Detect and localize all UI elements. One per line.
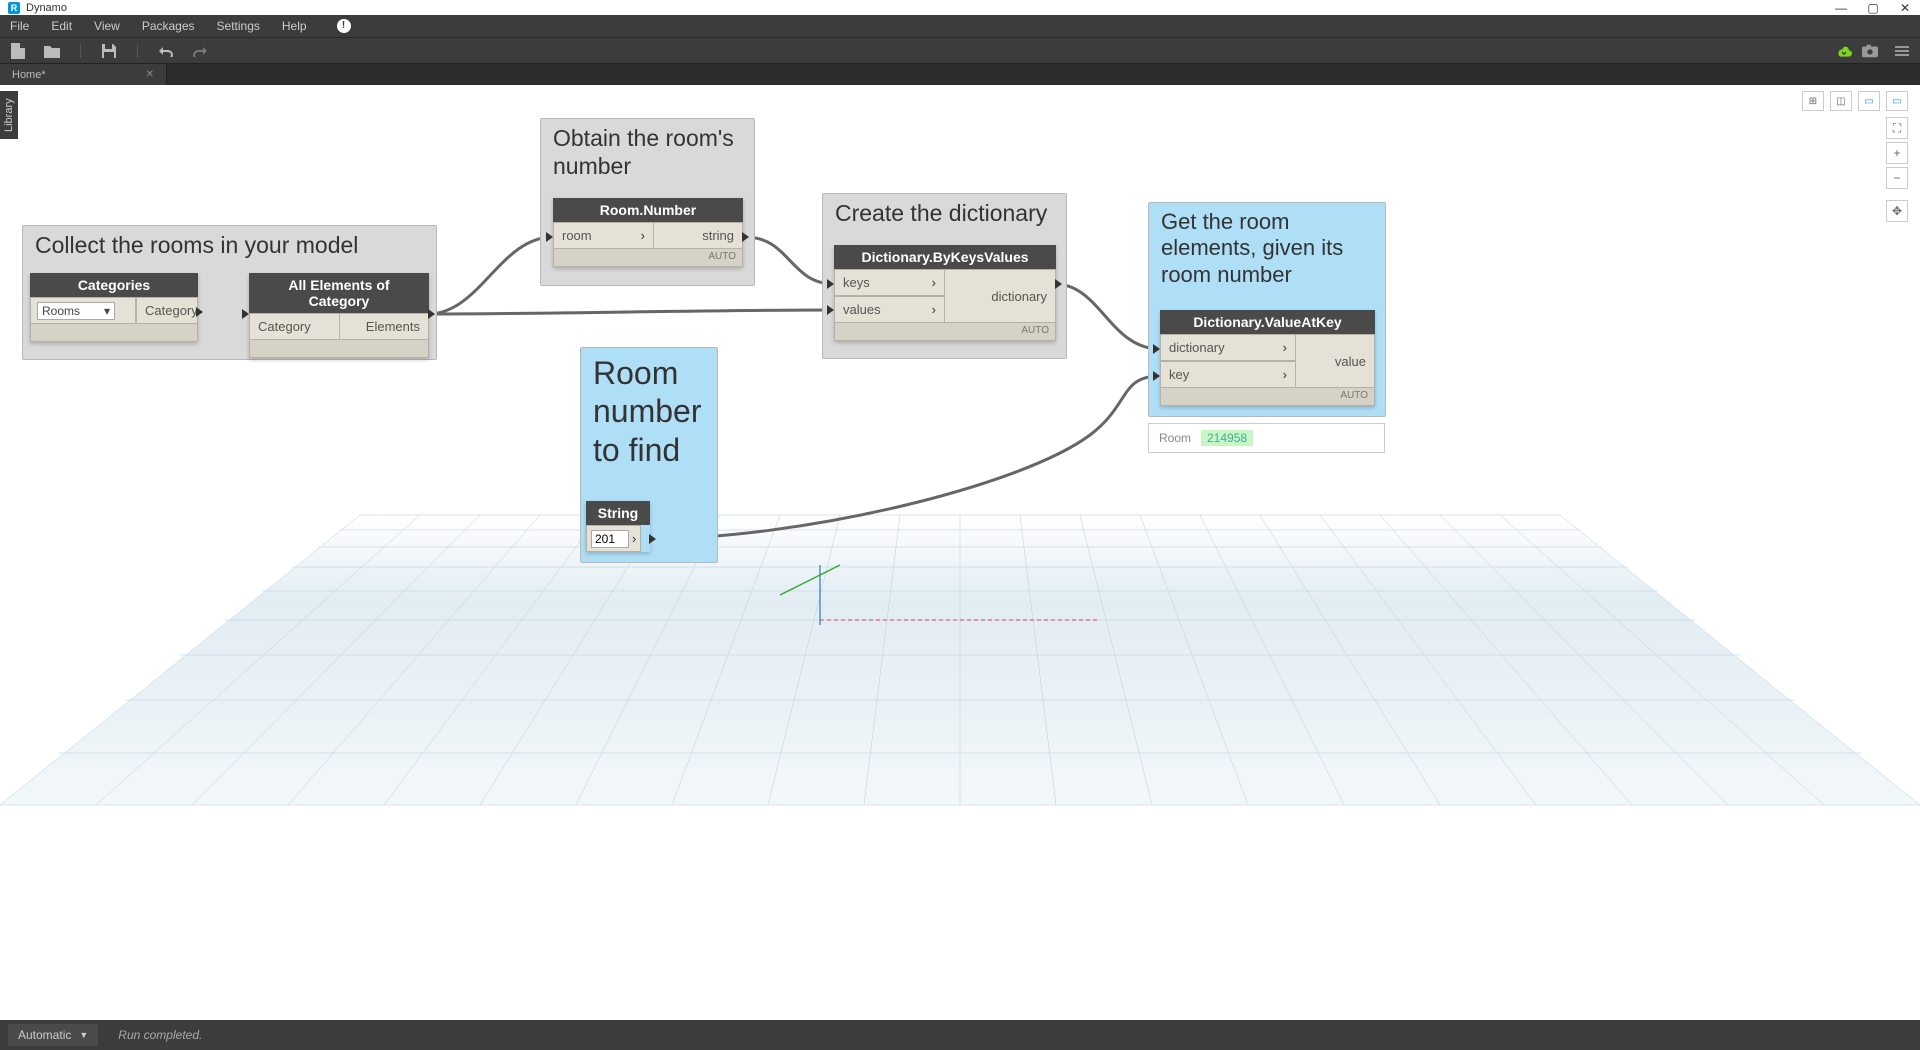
node-all-elements-of-category[interactable]: All Elements of Category Category Elemen… — [249, 273, 429, 358]
string-input[interactable] — [591, 530, 629, 548]
port-out-label: Category — [145, 303, 198, 318]
grid-floor — [0, 505, 1920, 865]
preview-value: 214958 — [1201, 430, 1253, 446]
port-out-label: value — [1335, 354, 1366, 369]
tabbar: Home* ✕ — [0, 63, 1920, 85]
menubar: File Edit View Packages Settings Help ! — [0, 15, 1920, 37]
undo-icon[interactable] — [158, 43, 174, 59]
camera-icon[interactable] — [1862, 43, 1878, 59]
view-tools: ⊞ ◫ ▭ ▭ — [1802, 91, 1908, 111]
zoom-in-icon[interactable]: + — [1886, 142, 1908, 164]
node-footer: AUTO — [553, 249, 743, 267]
port-out-label: string — [702, 228, 734, 243]
node-footer: AUTO — [1160, 388, 1375, 406]
port-in-keys: keys — [843, 275, 870, 290]
zoom-out-icon[interactable]: − — [1886, 167, 1908, 189]
tab-label: Home* — [12, 69, 46, 81]
chevron-down-icon: ▼ — [79, 1030, 88, 1040]
group-title: Room number to find — [593, 354, 705, 469]
port-in-dictionary: dictionary — [1169, 340, 1225, 355]
run-mode-label: Automatic — [18, 1028, 71, 1042]
node-dictionary-bykeysvalues[interactable]: Dictionary.ByKeysValues keys › values › … — [834, 245, 1056, 341]
minimize-button[interactable]: — — [1834, 1, 1848, 15]
node-dictionary-valueatkey[interactable]: Dictionary.ValueAtKey dictionary › key ›… — [1160, 310, 1375, 406]
node-header: Room.Number — [553, 198, 743, 222]
graph-view-icon[interactable]: ▭ — [1858, 91, 1880, 111]
pan-icon[interactable]: ✥ — [1886, 200, 1908, 222]
cloud-download-icon[interactable] — [1836, 43, 1852, 59]
menu-packages[interactable]: Packages — [142, 19, 195, 33]
lacing-icon[interactable]: › — [1283, 367, 1287, 382]
group-title: Get the room elements, given its room nu… — [1161, 209, 1373, 288]
group-title: Obtain the room's number — [553, 125, 742, 180]
port-out-label: dictionary — [991, 289, 1047, 304]
library-panel-tab[interactable]: Library — [0, 91, 18, 139]
menu-view[interactable]: View — [94, 19, 120, 33]
port-in-label: Category — [258, 319, 311, 334]
app-title: Dynamo — [26, 2, 67, 14]
open-file-icon[interactable] — [44, 43, 60, 59]
node-header: All Elements of Category — [249, 273, 429, 313]
3d-view-icon[interactable]: ▭ — [1886, 91, 1908, 111]
hamburger-icon[interactable] — [1894, 43, 1910, 59]
info-icon[interactable]: ! — [337, 19, 351, 33]
titlebar: R Dynamo — ▢ ✕ — [0, 0, 1920, 15]
node-header: String — [586, 501, 650, 525]
close-button[interactable]: ✕ — [1898, 1, 1912, 15]
node-header: Dictionary.ValueAtKey — [1160, 310, 1375, 334]
group-title: Collect the rooms in your model — [35, 232, 424, 260]
close-tab-icon[interactable]: ✕ — [146, 69, 154, 80]
node-header: Categories — [30, 273, 198, 297]
maximize-button[interactable]: ▢ — [1866, 1, 1880, 15]
categories-dropdown[interactable]: Rooms ▾ — [37, 302, 115, 320]
save-icon[interactable] — [101, 43, 117, 59]
node-categories[interactable]: Categories Rooms ▾ Category — [30, 273, 198, 342]
menu-settings[interactable]: Settings — [217, 19, 260, 33]
new-file-icon[interactable] — [10, 43, 26, 59]
toolbar — [0, 37, 1920, 63]
dropdown-value: Rooms — [42, 304, 80, 318]
geometry-view-icon[interactable]: ◫ — [1830, 91, 1852, 111]
zoom-tools: ⛶ + − ✥ — [1886, 117, 1908, 225]
node-footer: AUTO — [834, 323, 1056, 341]
node-header: Dictionary.ByKeysValues — [834, 245, 1056, 269]
app-logo: R — [8, 2, 20, 14]
statusbar: Automatic ▼ Run completed. — [0, 1020, 1920, 1050]
lacing-icon[interactable]: › — [932, 275, 936, 290]
run-mode-dropdown[interactable]: Automatic ▼ — [8, 1024, 98, 1046]
tab-home[interactable]: Home* ✕ — [0, 64, 167, 85]
menu-help[interactable]: Help — [282, 19, 307, 33]
status-text: Run completed. — [118, 1028, 202, 1042]
port-out-label: Elements — [366, 319, 420, 334]
node-view-icon[interactable]: ⊞ — [1802, 91, 1824, 111]
chevron-down-icon: ▾ — [104, 304, 110, 318]
node-string[interactable]: String › — [586, 501, 650, 552]
group-title: Create the dictionary — [835, 200, 1054, 228]
redo-icon[interactable] — [192, 43, 208, 59]
lacing-icon[interactable]: › — [641, 228, 645, 243]
lacing-icon[interactable]: › — [1283, 340, 1287, 355]
menu-edit[interactable]: Edit — [51, 19, 72, 33]
lacing-icon[interactable]: › — [932, 302, 936, 317]
node-room-number[interactable]: Room.Number room › string AUTO — [553, 198, 743, 267]
window-controls: — ▢ ✕ — [1834, 1, 1912, 15]
output-chevron-icon: › — [632, 531, 636, 546]
preview-label: Room — [1159, 431, 1191, 445]
fit-view-icon[interactable]: ⛶ — [1886, 117, 1908, 139]
menu-file[interactable]: File — [10, 19, 29, 33]
node-preview-output[interactable]: Room 214958 — [1148, 423, 1385, 453]
workspace[interactable]: Library Collect the rooms in your model — [0, 85, 1920, 1029]
port-in-label: room — [562, 228, 592, 243]
port-in-key: key — [1169, 367, 1189, 382]
port-in-values: values — [843, 302, 881, 317]
